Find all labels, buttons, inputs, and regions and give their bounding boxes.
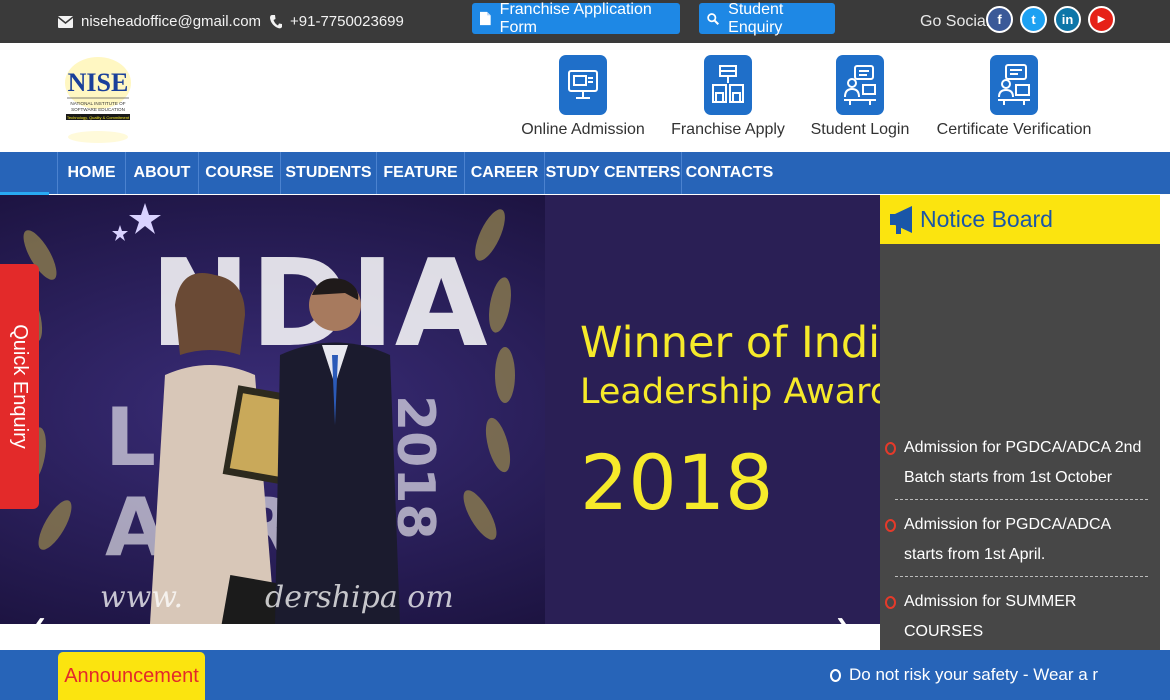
phone-contact[interactable]: +91-7750023699 bbox=[270, 0, 404, 43]
nav-course[interactable]: COURSE bbox=[198, 152, 280, 194]
notice-board-header: Notice Board bbox=[880, 195, 1160, 244]
notice-item[interactable]: Admission for PGDCA/ADCA starts from 1st… bbox=[885, 510, 1148, 570]
phone-icon bbox=[270, 14, 282, 28]
email-text: niseheadoffice@gmail.com bbox=[81, 13, 262, 30]
franchise-apply-label: Franchise Apply bbox=[671, 121, 785, 138]
slider-next-arrow[interactable]: › bbox=[830, 604, 854, 625]
student-enquiry-button[interactable]: Student Enquiry bbox=[699, 0, 835, 36]
student-login-link[interactable]: Student Login bbox=[810, 55, 910, 139]
site-header: NISE NATIONAL INSTITUTE OF SOFTWARE EDUC… bbox=[0, 43, 1170, 152]
svg-text:NATIONAL INSTITUTE OF: NATIONAL INSTITUTE OF bbox=[70, 101, 125, 106]
svg-text:Technology, Quality & Commitme: Technology, Quality & Commitment bbox=[67, 115, 130, 120]
nav-about[interactable]: ABOUT bbox=[125, 152, 198, 194]
notice-list: Admission for PGDCA/ADCA 2nd Batch start… bbox=[885, 433, 1148, 647]
nise-logo[interactable]: NISE NATIONAL INSTITUTE OF SOFTWARE EDUC… bbox=[63, 53, 133, 145]
svg-text:2018: 2018 bbox=[385, 395, 445, 540]
notice-board-title: Notice Board bbox=[920, 206, 1053, 232]
student-desk-icon bbox=[836, 55, 884, 115]
online-admission-link[interactable]: Online Admission bbox=[521, 55, 645, 139]
slide-year: 2018 bbox=[580, 438, 774, 527]
franchise-form-label: Franchise Application Form bbox=[499, 0, 652, 36]
student-login-label: Student Login bbox=[810, 121, 910, 138]
slide-headline: Winner of India bbox=[580, 318, 907, 368]
svg-text:dershipa om: dershipa om bbox=[265, 580, 454, 615]
nav-career[interactable]: CAREER bbox=[464, 152, 544, 194]
svg-text:SOFTWARE EDUCATION: SOFTWARE EDUCATION bbox=[71, 107, 125, 112]
bullet-ring-icon bbox=[885, 596, 896, 609]
nav-contacts[interactable]: CONTACTS bbox=[681, 152, 777, 194]
online-admission-label: Online Admission bbox=[521, 121, 645, 138]
email-contact[interactable]: niseheadoffice@gmail.com bbox=[58, 0, 261, 43]
bullet-ring-icon bbox=[885, 519, 896, 532]
notice-board: Notice Board Admission for PGDCA/ADCA 2n… bbox=[880, 195, 1160, 650]
document-icon bbox=[480, 11, 491, 26]
search-icon bbox=[707, 12, 720, 25]
notice-item[interactable]: Admission for PGDCA/ADCA 2nd Batch start… bbox=[885, 433, 1148, 493]
announcement-ticker[interactable]: Do not risk your safety - Wear a r bbox=[830, 650, 1170, 700]
franchise-apply-link[interactable]: Franchise Apply bbox=[671, 55, 785, 139]
certificate-verification-label: Certificate Verification bbox=[936, 121, 1092, 138]
quick-enquiry-label: Quick Enquiry bbox=[9, 324, 31, 449]
franchise-application-form-button[interactable]: Franchise Application Form bbox=[472, 0, 680, 36]
bullet-ring-icon bbox=[885, 442, 896, 455]
top-bar: niseheadoffice@gmail.com +91-7750023699 … bbox=[0, 0, 1170, 43]
go-social-label: Go Social bbox=[920, 12, 990, 30]
nav-feature[interactable]: FEATURE bbox=[376, 152, 464, 194]
facebook-icon[interactable]: f bbox=[986, 6, 1013, 33]
svg-text:NISE: NISE bbox=[68, 68, 129, 97]
announcement-label: Announcement bbox=[58, 652, 205, 700]
announcement-text: Do not risk your safety - Wear a r bbox=[849, 665, 1099, 684]
computer-form-icon bbox=[559, 55, 607, 115]
announcement-bar: Announcement Do not risk your safety - W… bbox=[0, 650, 1170, 700]
main-nav: HOME ABOUT COURSE STUDENTS FEATURE CAREE… bbox=[0, 152, 1170, 194]
envelope-icon bbox=[58, 15, 73, 28]
certificate-verification-link[interactable]: Certificate Verification bbox=[936, 55, 1092, 139]
phone-text: +91-7750023699 bbox=[290, 13, 404, 30]
certificate-desk-icon bbox=[990, 55, 1038, 115]
bullet-ring-icon bbox=[830, 668, 841, 682]
student-enquiry-label: Student Enquiry bbox=[728, 0, 784, 36]
megaphone-icon bbox=[890, 205, 912, 234]
notice-divider bbox=[895, 576, 1148, 577]
svg-text:www.: www. bbox=[100, 580, 183, 615]
quick-enquiry-tab[interactable]: Quick Enquiry bbox=[0, 264, 39, 509]
nav-students[interactable]: STUDENTS bbox=[280, 152, 376, 194]
slide-subheadline: Leadership Award bbox=[580, 372, 893, 412]
slider-prev-arrow[interactable]: ‹ bbox=[28, 604, 52, 625]
notice-divider bbox=[895, 499, 1148, 500]
linkedin-icon[interactable]: in bbox=[1054, 6, 1081, 33]
nav-study-centers[interactable]: STUDY CENTERS bbox=[544, 152, 681, 194]
nav-home[interactable]: HOME bbox=[57, 152, 125, 194]
storefront-icon bbox=[704, 55, 752, 115]
twitter-icon[interactable]: t bbox=[1020, 6, 1047, 33]
youtube-icon[interactable]: ▶ bbox=[1088, 6, 1115, 33]
notice-item[interactable]: Admission for SUMMER COURSES bbox=[885, 587, 1148, 647]
